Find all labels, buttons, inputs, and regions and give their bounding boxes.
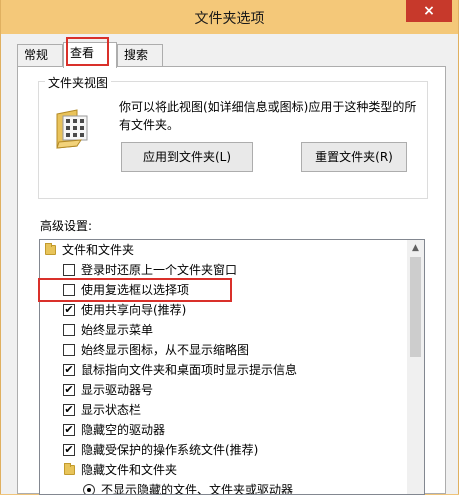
tab-view-highlight-box [66, 37, 109, 66]
checkbox-show-status-bar[interactable]: ✔ [63, 404, 75, 416]
folder-icon [64, 463, 75, 475]
folder-views-legend: 文件夹视图 [45, 74, 112, 91]
tab-general[interactable]: 常规 [17, 44, 63, 66]
tree-scrollbar[interactable]: ▲ [407, 240, 424, 494]
checkbox-hide-empty-drives[interactable]: ✔ [63, 424, 75, 436]
advanced-settings-label: 高级设置: [40, 219, 93, 233]
folder-options-window: 文件夹选项 × 常规 查看 搜索 文件夹视图 你可以将此视图(如详细信息或图标)… [0, 0, 459, 495]
folder-icon [45, 243, 56, 255]
apply-to-folders-button[interactable]: 应用到文件夹(L) [121, 142, 253, 172]
checkbox-show-tooltips[interactable]: ✔ [63, 364, 75, 376]
scroll-thumb[interactable] [410, 257, 421, 357]
checkbox-restore-windows[interactable] [63, 264, 75, 276]
close-button[interactable]: × [406, 0, 452, 22]
reset-folders-button[interactable]: 重置文件夹(R) [301, 142, 407, 172]
checkbox-sharing-wizard[interactable]: ✔ [63, 304, 75, 316]
checkbox-hide-protected-os-files[interactable]: ✔ [63, 444, 75, 456]
radio-dont-show-hidden[interactable] [83, 484, 95, 494]
checkbox-always-show-menus[interactable] [63, 324, 75, 336]
tab-search[interactable]: 搜索 [117, 44, 163, 66]
checkbox-always-show-icons[interactable] [63, 344, 75, 356]
use-checkboxes-highlight-box [38, 278, 232, 302]
folder-view-icon [56, 109, 88, 149]
scroll-up-arrow-icon[interactable]: ▲ [407, 240, 424, 257]
folder-views-description: 你可以将此视图(如详细信息或图标)应用于这种类型的所有文件夹。 [119, 100, 417, 132]
title-bar[interactable]: 文件夹选项 × [1, 0, 458, 34]
window-title: 文件夹选项 [194, 11, 265, 27]
checkbox-show-drive-letters[interactable]: ✔ [63, 384, 75, 396]
folder-views-group: 文件夹视图 你可以将此视图(如详细信息或图标)应用于这种类型的所有文件夹。 应用… [38, 74, 428, 199]
